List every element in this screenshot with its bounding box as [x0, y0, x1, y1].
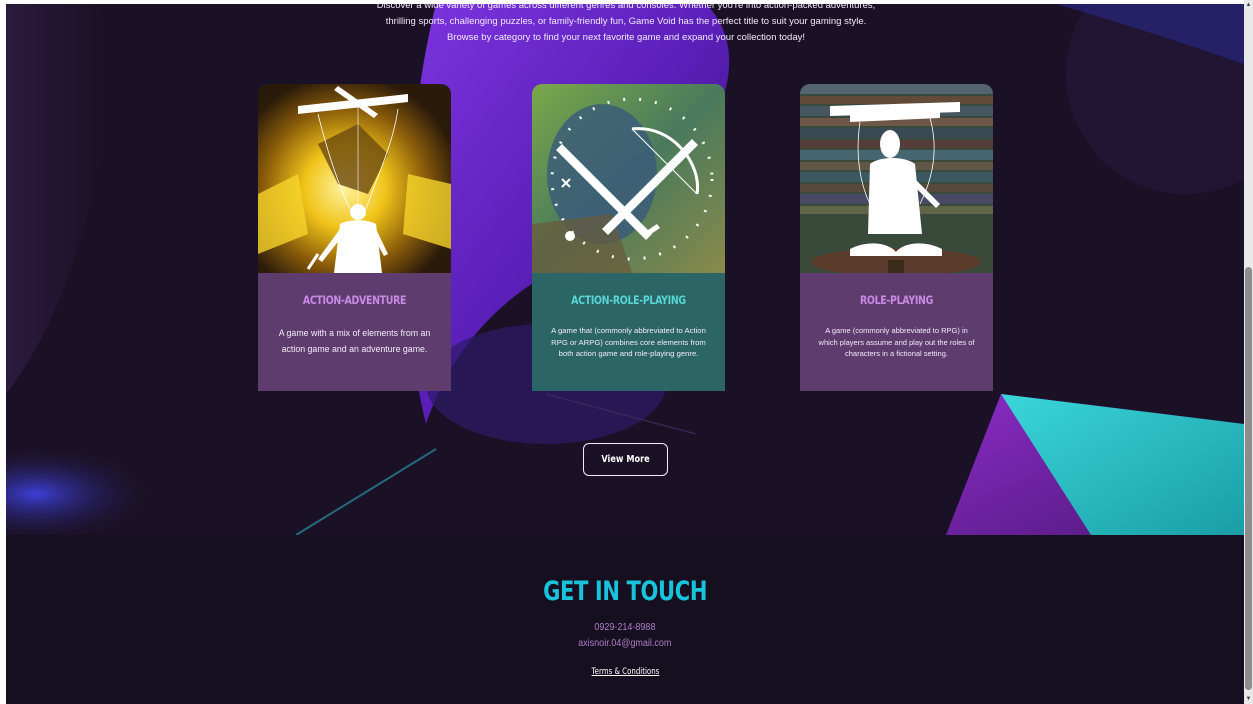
intro-line-3: Browse by category to find your next fav…: [446, 32, 806, 43]
intro-line-1: Discover a wide variety of games across …: [376, 4, 876, 11]
scrollbar-thumb[interactable]: [1245, 267, 1252, 690]
footer-title: GET IN TOUCH: [543, 576, 707, 607]
card-title: Action-Adventure: [302, 293, 407, 307]
card-body: Role-Playing A game (commonly abbreviate…: [800, 273, 993, 391]
scroll-down-arrow-icon[interactable]: ▼: [1244, 694, 1253, 704]
card-description: A game with a mix of elements from an ac…: [278, 328, 431, 354]
categories-section: Discover a wide variety of games across …: [6, 4, 1244, 535]
card-body: Action-Adventure A game with a mix of el…: [258, 273, 451, 391]
terms-link[interactable]: Terms & Conditions: [591, 667, 659, 677]
category-card-role-playing[interactable]: Role-Playing A game (commonly abbreviate…: [800, 84, 993, 391]
marionette-hero-icon: [258, 84, 451, 273]
contact-email[interactable]: axisnoir.04@gmail.com: [6, 638, 1244, 649]
card-title: Role-Playing: [859, 293, 933, 307]
view-more-button[interactable]: View More: [583, 443, 668, 476]
crossbow-sword-icon: [532, 84, 725, 273]
card-body: Action-Role-Playing A game that (commonl…: [532, 273, 725, 391]
terms-container: Terms & Conditions: [6, 667, 1244, 677]
intro-line-2: thrilling sports, challenging puzzles, o…: [385, 16, 867, 27]
card-description: A game (commonly abbreviated to RPG) in …: [818, 326, 975, 358]
marionette-reader-icon: [800, 84, 993, 273]
category-card-action-role-playing[interactable]: Action-Role-Playing A game that (commonl…: [532, 84, 725, 391]
category-card-action-adventure[interactable]: Action-Adventure A game with a mix of el…: [258, 84, 451, 391]
contact-phone[interactable]: 0929-214-8988: [6, 622, 1244, 633]
card-description: A game that (commonly abbreviated to Act…: [551, 326, 706, 358]
intro-text: Discover a wide variety of games across …: [306, 4, 946, 46]
scroll-up-arrow-icon[interactable]: ▲: [1244, 0, 1253, 10]
card-title: Action-Role-Playing: [571, 293, 686, 307]
contact-footer: GET IN TOUCH 0929-214-8988 axisnoir.04@g…: [6, 535, 1244, 704]
vertical-scrollbar[interactable]: ▲ ▼: [1244, 0, 1253, 704]
page-viewport: Discover a wide variety of games across …: [6, 4, 1244, 704]
view-more-label: View More: [601, 454, 650, 465]
